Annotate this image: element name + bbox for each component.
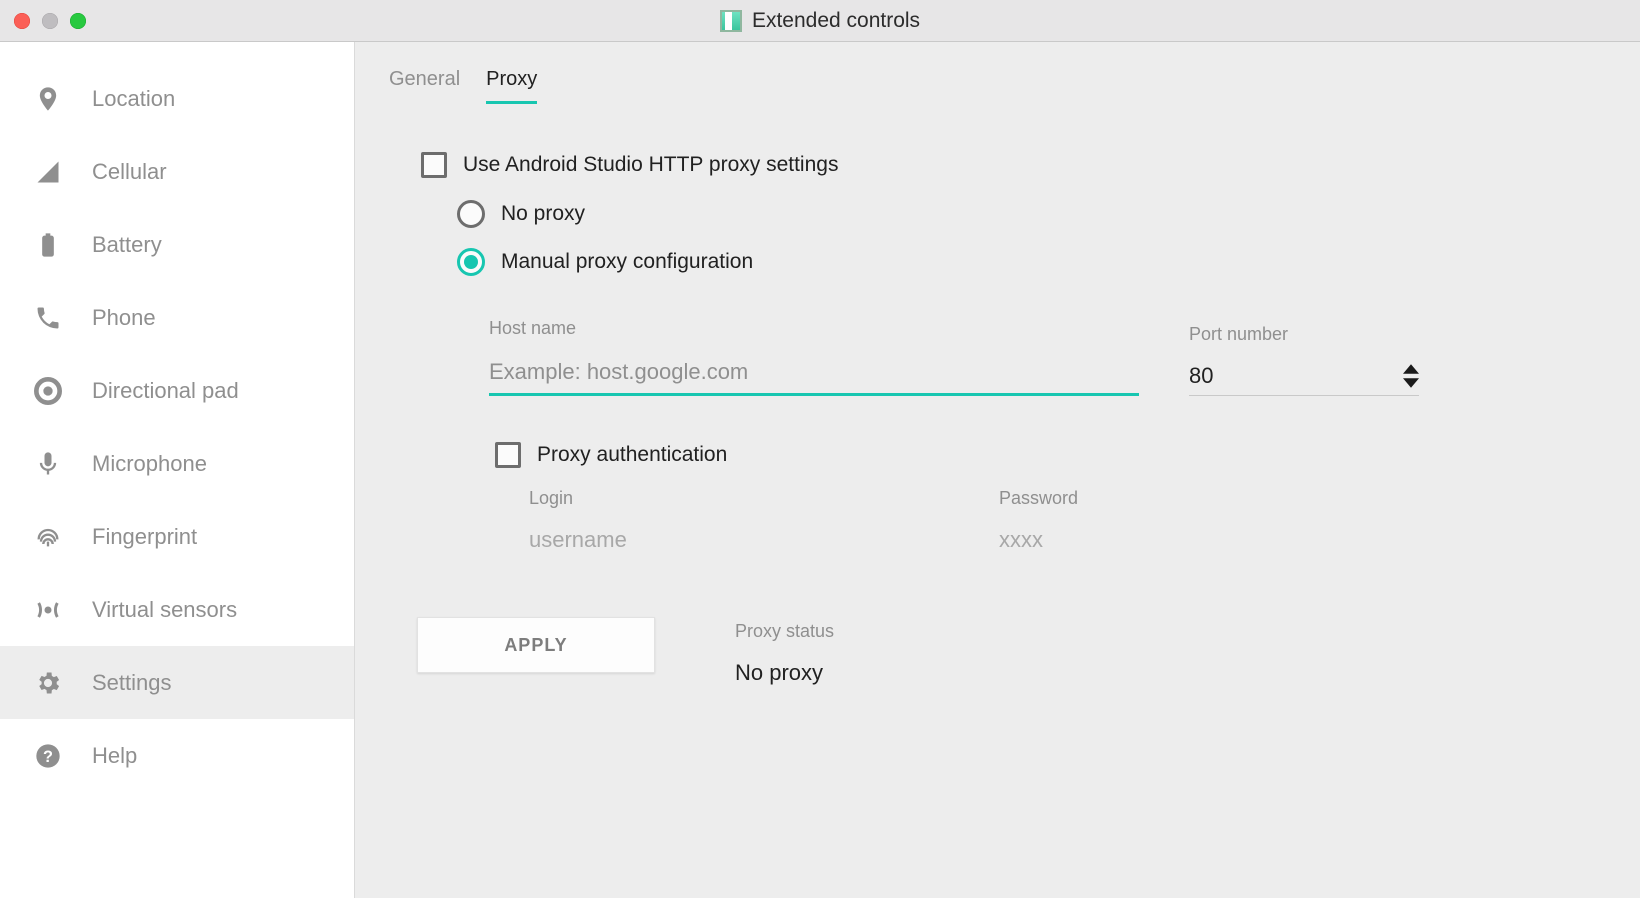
sidebar-item-label: Battery	[92, 232, 162, 258]
app-icon	[720, 10, 742, 32]
no-proxy-label: No proxy	[501, 202, 585, 226]
proxy-auth-label: Proxy authentication	[537, 443, 727, 467]
sidebar-item-settings[interactable]: Settings	[0, 646, 354, 719]
sidebar-item-microphone[interactable]: Microphone	[0, 427, 354, 500]
spin-up-icon[interactable]	[1403, 363, 1419, 375]
mic-icon	[34, 450, 62, 478]
proxy-status-label: Proxy status	[735, 621, 834, 642]
titlebar: Extended controls	[0, 0, 1640, 42]
spin-down-icon[interactable]	[1403, 377, 1419, 389]
sidebar-item-phone[interactable]: Phone	[0, 281, 354, 354]
proxy-auth-checkbox[interactable]	[495, 442, 521, 468]
sidebar-item-cellular[interactable]: Cellular	[0, 135, 354, 208]
pin-icon	[34, 85, 62, 113]
battery-icon	[34, 231, 62, 259]
proxy-status-value: No proxy	[735, 660, 834, 686]
sidebar-item-label: Cellular	[92, 159, 167, 185]
sidebar-item-fingerprint[interactable]: Fingerprint	[0, 500, 354, 573]
content-pane: General Proxy Use Android Studio HTTP pr…	[355, 42, 1640, 898]
signal-icon	[34, 158, 62, 186]
sidebar-item-directional-pad[interactable]: Directional pad	[0, 354, 354, 427]
password-label: Password	[999, 488, 1359, 509]
dpad-icon	[34, 377, 62, 405]
port-number-input[interactable]: 80	[1189, 363, 1213, 389]
sidebar-item-battery[interactable]: Battery	[0, 208, 354, 281]
manual-proxy-label: Manual proxy configuration	[501, 250, 753, 274]
close-window-button[interactable]	[14, 13, 30, 29]
sidebar: Location Cellular Battery Phone Directio…	[0, 42, 355, 898]
window-controls	[14, 13, 86, 29]
tab-general[interactable]: General	[389, 68, 460, 104]
password-input[interactable]: xxxx	[999, 527, 1359, 553]
sensors-icon	[34, 596, 62, 624]
login-label: Login	[529, 488, 889, 509]
tab-proxy[interactable]: Proxy	[486, 68, 537, 104]
tab-bar: General Proxy	[389, 68, 1580, 104]
fingerprint-icon	[34, 523, 62, 551]
use-as-http-label: Use Android Studio HTTP proxy settings	[463, 153, 838, 177]
sidebar-item-label: Help	[92, 743, 137, 769]
host-name-input[interactable]	[489, 357, 1139, 396]
use-as-http-checkbox[interactable]	[421, 152, 447, 178]
window-title: Extended controls	[752, 9, 920, 33]
sidebar-item-label: Fingerprint	[92, 524, 197, 550]
phone-icon	[34, 304, 62, 332]
sidebar-item-label: Microphone	[92, 451, 207, 477]
sidebar-item-help[interactable]: ? Help	[0, 719, 354, 792]
minimize-window-button[interactable]	[42, 13, 58, 29]
svg-text:?: ?	[43, 747, 53, 765]
sidebar-item-label: Settings	[92, 670, 172, 696]
port-number-label: Port number	[1189, 324, 1419, 345]
host-name-label: Host name	[489, 318, 1139, 339]
gear-icon	[34, 669, 62, 697]
manual-proxy-radio[interactable]	[457, 248, 485, 276]
sidebar-item-virtual-sensors[interactable]: Virtual sensors	[0, 573, 354, 646]
help-icon: ?	[34, 742, 62, 770]
sidebar-item-label: Virtual sensors	[92, 597, 237, 623]
sidebar-item-label: Location	[92, 86, 175, 112]
sidebar-item-location[interactable]: Location	[0, 62, 354, 135]
port-spinner	[1403, 363, 1419, 389]
sidebar-item-label: Phone	[92, 305, 156, 331]
login-input[interactable]: username	[529, 527, 889, 553]
sidebar-item-label: Directional pad	[92, 378, 239, 404]
no-proxy-radio[interactable]	[457, 200, 485, 228]
apply-button[interactable]: APPLY	[417, 617, 655, 673]
maximize-window-button[interactable]	[70, 13, 86, 29]
